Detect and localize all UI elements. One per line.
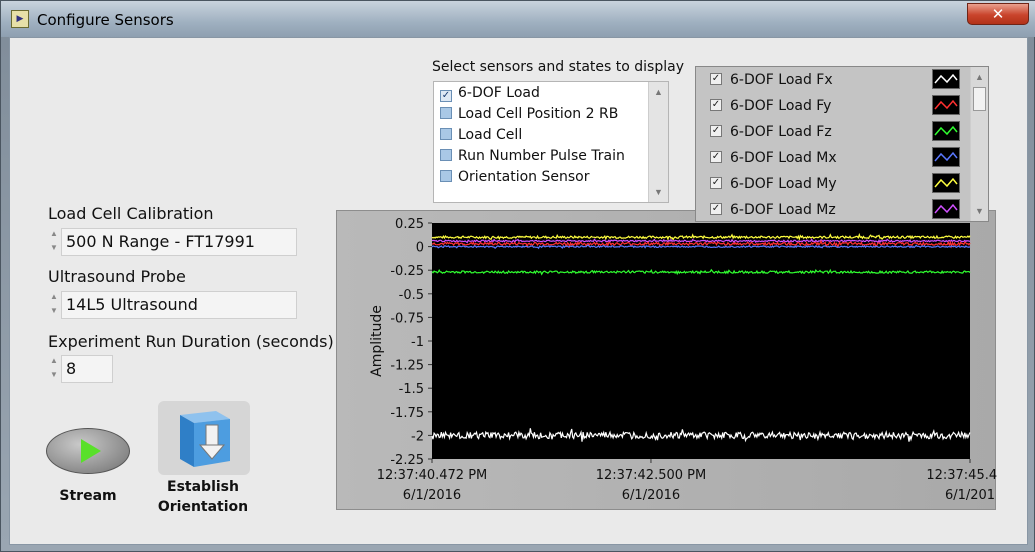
increment-arrow-icon[interactable]: ▲ [48,290,60,304]
run-duration-stepper[interactable]: ▲ ▼ [48,354,60,382]
configure-sensors-window: ▶ Configure Sensors ✕ Load Cell Calibrat… [0,0,1035,552]
y-tick-label: -2.25 [390,453,424,468]
list-item-label: Orientation Sensor [458,169,590,185]
legend-scrollbar[interactable]: ▲ ▼ [970,67,988,221]
plot-swatch-icon[interactable] [932,199,960,219]
list-item[interactable]: Run Number Pulse Train [440,148,625,168]
increment-arrow-icon[interactable]: ▲ [48,227,60,241]
ultrasound-probe-stepper[interactable]: ▲ ▼ [48,290,60,318]
y-tick-label: -1.25 [390,359,424,374]
close-button[interactable]: ✕ [967,3,1029,25]
ultrasound-probe-label: Ultrasound Probe [48,267,186,286]
title-bar[interactable]: ▶ Configure Sensors ✕ [1,1,1035,37]
sensor-select-listbox[interactable]: ✓ 6-DOF Load Load Cell Position 2 RB Load… [433,81,669,203]
waveform-chart-svg: 0.25 0 -0.25 -0.5 -0.75 -1 -1.25 -1.5 -1.75 -2 -2.… [369,217,1014,503]
blue-box-down-arrow-icon [180,411,230,467]
legend-label: 6-DOF Load Fx [730,72,833,88]
decrement-arrow-icon[interactable]: ▼ [48,241,60,255]
x-tick-label: 12:37:42.500 PM [596,468,707,483]
y-tick-label: -0.5 [399,288,424,303]
y-tick-label: -2 [411,429,424,444]
establish-orientation-line1: Establish [167,479,239,495]
y-tick-label: 0.25 [395,217,424,232]
y-tick-label: -0.75 [390,311,424,326]
ultrasound-probe-ring[interactable]: 14L5 Ultrasound [61,291,297,319]
x-tick-label: 12:37:40.472 PM [377,468,488,483]
y-axis-label: Amplitude [369,305,385,377]
load-cell-calibration-stepper[interactable]: ▲ ▼ [48,227,60,255]
checkbox[interactable] [440,128,452,140]
increment-arrow-icon[interactable]: ▲ [48,354,60,368]
legend-item[interactable]: ✓ 6-DOF Load Mz [696,198,966,221]
decrement-arrow-icon[interactable]: ▼ [48,304,60,318]
establish-orientation-label: Establish Orientation [148,477,258,517]
list-item-label: Load Cell [458,127,523,143]
legend-item[interactable]: ✓ 6-DOF Load Mx [696,146,966,172]
y-tick-label: -1 [411,335,424,350]
legend-item[interactable]: ✓ 6-DOF Load My [696,172,966,198]
legend-checkbox[interactable]: ✓ [710,151,722,163]
list-item[interactable]: ✓ 6-DOF Load [440,85,540,105]
legend-checkbox[interactable]: ✓ [710,99,722,111]
list-item-label: Load Cell Position 2 RB [458,106,619,122]
plot-legend: ✓ 6-DOF Load Fx ✓ 6-DOF Load Fy ✓ 6-DOF … [695,66,989,222]
legend-checkbox[interactable]: ✓ [710,73,722,85]
play-arrow-icon [81,439,101,463]
checkbox[interactable] [440,170,452,182]
scroll-down-arrow-icon[interactable]: ▼ [972,203,987,219]
legend-checkbox[interactable]: ✓ [710,203,722,215]
labview-app-icon: ▶ [11,10,29,28]
listbox-scrollbar[interactable]: ▲ ▼ [648,82,668,202]
legend-label: 6-DOF Load Mx [730,150,837,166]
scroll-down-arrow-icon[interactable]: ▼ [651,184,666,200]
waveform-chart: 0.25 0 -0.25 -0.5 -0.75 -1 -1.25 -1.5 -1.75 -2 -2.… [336,210,1014,510]
legend-label: 6-DOF Load Fz [730,124,832,140]
y-tick-label: 0 [416,241,424,256]
list-item-label: Run Number Pulse Train [458,148,625,164]
y-tick-label: -0.25 [390,264,424,279]
scroll-thumb[interactable] [973,87,986,111]
run-duration-input[interactable]: 8 [61,355,113,383]
sensor-select-label: Select sensors and states to display [432,59,684,75]
scroll-up-arrow-icon[interactable]: ▲ [972,69,987,85]
legend-item[interactable]: ✓ 6-DOF Load Fy [696,94,966,120]
x-tick-label: 12:37:45.472 [926,468,997,483]
legend-label: 6-DOF Load Mz [730,202,836,218]
establish-orientation-line2: Orientation [157,499,249,515]
establish-orientation-button[interactable] [158,401,250,475]
legend-label: 6-DOF Load My [730,176,837,192]
client-area: Load Cell Calibration ▲ ▼ 500 N Range - … [9,37,1028,545]
legend-checkbox[interactable]: ✓ [710,177,722,189]
load-cell-calibration-ring[interactable]: 500 N Range - FT17991 [61,228,297,256]
plot-swatch-icon[interactable] [932,173,960,193]
legend-checkbox[interactable]: ✓ [710,125,722,137]
stream-button-label: Stream [59,488,117,504]
list-item[interactable]: Load Cell [440,127,522,147]
x-tick-date-label: 6/1/201 [945,488,995,503]
window-title: Configure Sensors [37,11,174,29]
list-item[interactable]: Orientation Sensor [440,169,589,189]
plot-swatch-icon[interactable] [932,121,960,141]
checkbox[interactable] [440,107,452,119]
checkbox-checked[interactable]: ✓ [440,90,452,102]
run-duration-label: Experiment Run Duration (seconds) [48,332,334,351]
plot-area [432,223,970,459]
list-item[interactable]: Load Cell Position 2 RB [440,106,618,126]
plot-swatch-icon[interactable] [932,69,960,89]
legend-label: 6-DOF Load Fy [730,98,832,114]
list-item-label: 6-DOF Load [458,85,540,101]
plot-swatch-icon[interactable] [932,95,960,115]
decrement-arrow-icon[interactable]: ▼ [48,368,60,382]
load-cell-calibration-label: Load Cell Calibration [48,204,214,223]
legend-item[interactable]: ✓ 6-DOF Load Fz [696,120,966,146]
plot-swatch-icon[interactable] [932,147,960,167]
y-tick-label: -1.5 [399,382,424,397]
scroll-up-arrow-icon[interactable]: ▲ [651,84,666,100]
x-tick-date-label: 6/1/2016 [403,488,461,503]
legend-item[interactable]: ✓ 6-DOF Load Fx [696,68,966,94]
stream-button[interactable] [46,428,130,474]
y-tick-label: -1.75 [390,406,424,421]
x-tick-date-label: 6/1/2016 [622,488,680,503]
checkbox[interactable] [440,149,452,161]
